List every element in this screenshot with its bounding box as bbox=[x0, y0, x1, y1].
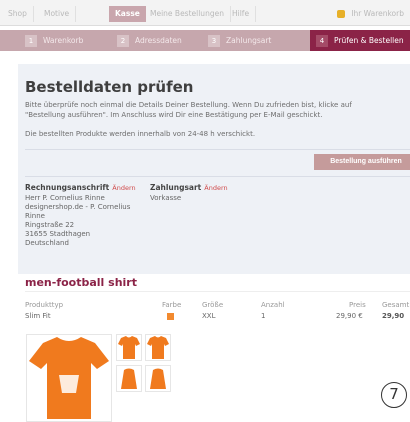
nav-tab-shop[interactable]: Shop bbox=[2, 6, 34, 22]
thumbnail-back[interactable] bbox=[145, 334, 171, 361]
billing-edit-link[interactable]: Ändern bbox=[112, 184, 135, 192]
thumbnail-side-right[interactable] bbox=[145, 365, 171, 392]
tshirt-image bbox=[29, 337, 109, 419]
step-label: Warenkorb bbox=[43, 36, 84, 45]
product-title: men-football shirt bbox=[25, 276, 137, 289]
checkout-steps: 1 Warenkorb 2 Adressdaten 3 Zahlungsart 4 Pr… bbox=[0, 30, 410, 51]
top-navigation: Shop Motive Kasse Meine Bestellungen Hil… bbox=[0, 0, 410, 26]
thumbnail-front[interactable] bbox=[116, 334, 142, 361]
tshirt-side-thumb-icon bbox=[121, 368, 137, 389]
product-image[interactable] bbox=[26, 334, 112, 422]
step-label: Zahlungsart bbox=[226, 36, 272, 45]
shipping-note: Die bestellten Produkte werden innerhalb… bbox=[25, 130, 256, 138]
divider bbox=[25, 291, 410, 292]
divider bbox=[25, 176, 410, 177]
col-price: Preis bbox=[349, 301, 366, 309]
step-label: Prüfen & Bestellen bbox=[334, 36, 404, 45]
step-adressdaten[interactable]: 2 Adressdaten bbox=[117, 30, 182, 51]
step-label: Adressdaten bbox=[135, 36, 182, 45]
payment-edit-link[interactable]: Ändern bbox=[204, 184, 227, 192]
intro-text-line-2: "Bestellung ausführen". Im Anschluss wir… bbox=[25, 111, 323, 119]
tshirt-side-thumb-icon bbox=[150, 368, 166, 389]
step-number: 4 bbox=[316, 35, 328, 47]
product-price: 29,90 € bbox=[336, 312, 363, 320]
nav-tab-help[interactable]: Hilfe bbox=[226, 6, 257, 22]
thumbnail-side-left[interactable] bbox=[116, 365, 142, 392]
nav-tab-motive[interactable]: Motive bbox=[38, 6, 77, 22]
step-number: 1 bbox=[25, 35, 37, 47]
col-product-type: Produkttyp bbox=[25, 301, 64, 309]
address-line: designershop.de - P. Cornelius bbox=[25, 203, 131, 211]
page-title: Bestelldaten prüfen bbox=[25, 78, 194, 96]
intro-text-line-1: Bitte überprüfe noch einmal die Details … bbox=[25, 101, 352, 109]
color-swatch bbox=[167, 312, 174, 320]
col-color: Farbe bbox=[162, 301, 182, 309]
submit-order-button[interactable]: Bestellung ausführen bbox=[314, 154, 410, 170]
payment-heading: Zahlungsart Ändern bbox=[150, 183, 228, 192]
step-number: 3 bbox=[208, 35, 220, 47]
tshirt-thumb-icon bbox=[147, 336, 169, 359]
col-total: Gesamt bbox=[382, 301, 410, 309]
lock-icon bbox=[336, 10, 345, 18]
nav-tab-orders[interactable]: Meine Bestellungen bbox=[144, 6, 231, 22]
address-line: Herr P. Cornelius Rinne bbox=[25, 194, 105, 202]
col-size: Größe bbox=[202, 301, 224, 309]
col-quantity: Anzahl bbox=[261, 301, 285, 309]
product-total: 29,90 bbox=[382, 312, 405, 320]
nav-tab-kasse[interactable]: Kasse bbox=[109, 6, 146, 22]
step-warenkorb[interactable]: 1 Warenkorb bbox=[25, 30, 83, 51]
product-size: XXL bbox=[202, 312, 216, 320]
divider bbox=[25, 149, 410, 150]
address-line: Rinne bbox=[25, 212, 45, 220]
cart-link[interactable]: Ihr Warenkorb bbox=[336, 6, 404, 22]
number-badge: 7 bbox=[381, 382, 407, 408]
billing-heading-label: Rechnungsanschrift bbox=[25, 183, 110, 192]
payment-method: Vorkasse bbox=[150, 194, 182, 202]
address-line: Ringstraße 22 bbox=[25, 221, 75, 229]
product-quantity: 1 bbox=[261, 312, 266, 320]
product-row: Slim Fit XXL 1 29,90 € 29,90 bbox=[25, 312, 410, 322]
tshirt-thumb-icon bbox=[118, 336, 140, 359]
cart-label: Ihr Warenkorb bbox=[351, 9, 404, 18]
step-pruefen: 4 Prüfen & Bestellen bbox=[310, 30, 410, 51]
step-number: 2 bbox=[117, 35, 129, 47]
billing-address: Herr P. Cornelius Rinne designershop.de … bbox=[25, 194, 135, 248]
address-line: Deutschland bbox=[25, 239, 69, 247]
address-line: 31655 Stadthagen bbox=[25, 230, 91, 238]
billing-heading: Rechnungsanschrift Ändern bbox=[25, 183, 136, 192]
step-zahlungsart[interactable]: 3 Zahlungsart bbox=[208, 30, 271, 51]
product-table-header: Produkttyp Farbe Größe Anzahl Preis Gesa… bbox=[25, 301, 410, 311]
product-type: Slim Fit bbox=[25, 312, 51, 320]
payment-heading-label: Zahlungsart bbox=[150, 183, 202, 192]
